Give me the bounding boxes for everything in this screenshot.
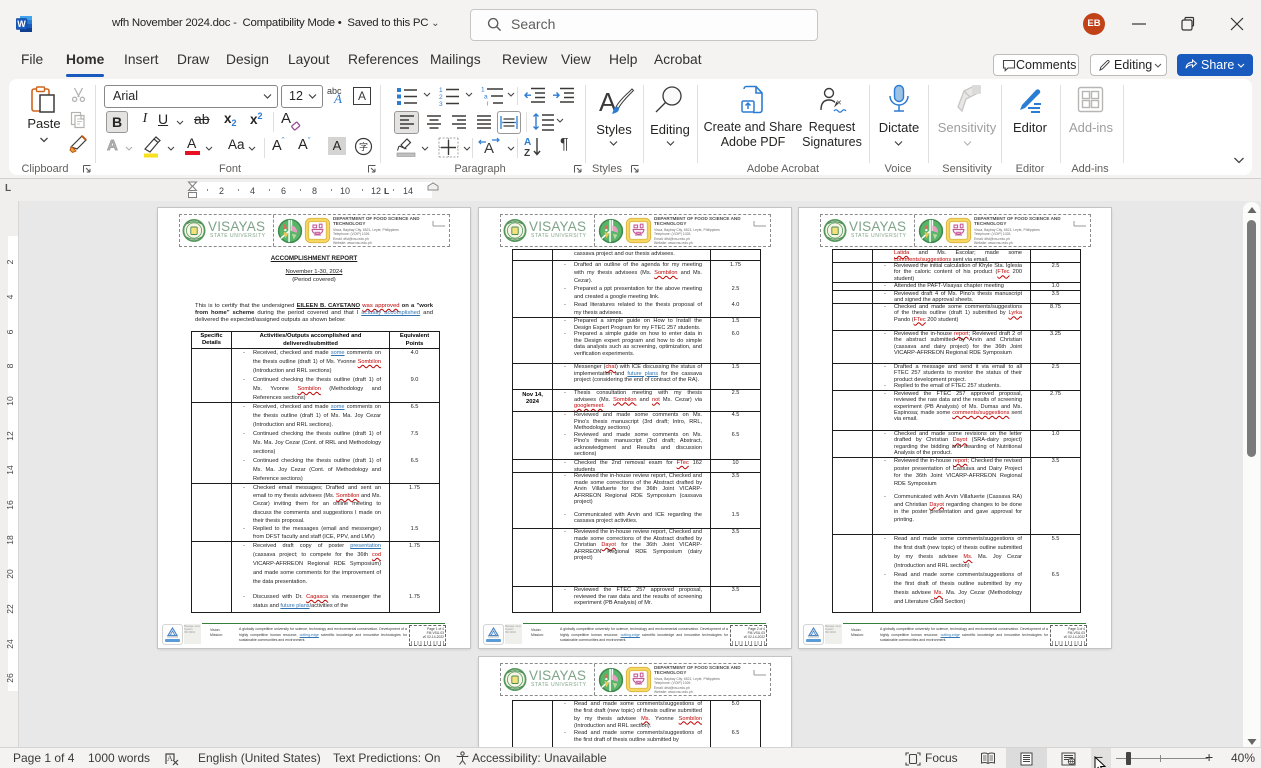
svg-text:A: A [524, 137, 531, 148]
svg-text:Z: Z [524, 148, 530, 158]
svg-text:字: 字 [359, 141, 368, 152]
svg-text:W: W [17, 19, 26, 29]
svg-text:i: i [487, 101, 488, 107]
svg-text:1: 1 [439, 87, 443, 94]
svg-text:1: 1 [481, 87, 485, 94]
svg-text:✕: ✕ [836, 100, 842, 107]
svg-text:2: 2 [439, 94, 443, 101]
svg-text:3: 3 [439, 101, 443, 106]
svg-text:A: A [167, 754, 173, 763]
svg-text:a: a [484, 94, 488, 101]
